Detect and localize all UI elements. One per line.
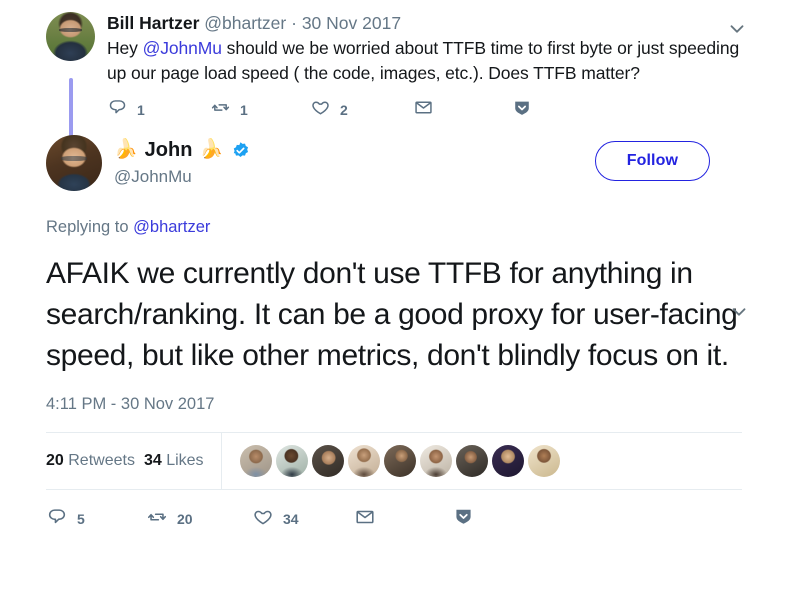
facepile-avatar[interactable] [384, 445, 416, 477]
retweet-icon [210, 97, 231, 123]
main-author-name: John [144, 139, 193, 161]
direct-message-action[interactable] [413, 97, 511, 123]
facepile-avatar[interactable] [348, 445, 380, 477]
retweets-likes-summary: 20 Retweets 34 Likes [46, 452, 221, 470]
main-author-avatar[interactable] [46, 135, 102, 191]
follow-button[interactable]: Follow [594, 141, 710, 181]
like-count: 2 [340, 102, 348, 118]
ancestor-tweet-text: Hey @JohnMu should we be worried about T… [107, 36, 742, 86]
like-action[interactable]: 34 [252, 506, 354, 533]
likes-count[interactable]: 34 [144, 452, 162, 469]
divider-below-stats [46, 489, 742, 490]
like-heart-icon [252, 506, 274, 533]
engagement-facepile [221, 433, 564, 489]
main-author-name-row[interactable]: 🍌 John 🍌 [114, 137, 250, 163]
chevron-down-icon[interactable] [726, 18, 748, 40]
facepile-avatar[interactable] [492, 445, 524, 477]
share-chevron-badge-icon [452, 505, 475, 533]
ancestor-tweet[interactable]: Bill Hartzer @bhartzer · 30 Nov 2017 Hey… [0, 0, 788, 144]
ancestor-text-before-mention: Hey [107, 38, 143, 58]
chevron-down-icon[interactable] [728, 301, 750, 323]
tweet-thread: Bill Hartzer @bhartzer · 30 Nov 2017 Hey… [0, 0, 788, 611]
ancestor-author-avatar[interactable] [46, 12, 95, 61]
main-author-handle[interactable]: @JohnMu [114, 165, 250, 188]
replying-to-line: Replying to @bhartzer [46, 218, 742, 237]
main-tweet-text: AFAIK we currently don't use TTFB for an… [46, 257, 738, 372]
facepile-avatar[interactable] [312, 445, 344, 477]
facepile-avatar[interactable] [276, 445, 308, 477]
retweets-label[interactable]: Retweets [68, 452, 135, 469]
retweet-icon [146, 506, 168, 533]
reply-count: 1 [137, 102, 145, 118]
reply-icon [46, 506, 68, 533]
banana-emoji-left: 🍌 [114, 139, 138, 160]
main-tweet: Follow 🍌 John 🍌 @JohnMu Replying to @bha… [0, 129, 788, 542]
direct-message-envelope-icon [413, 97, 434, 123]
retweet-count: 1 [240, 102, 248, 118]
engagement-stats-row: 20 Retweets 34 Likes [46, 433, 742, 489]
likes-label[interactable]: Likes [166, 452, 203, 469]
like-heart-icon [310, 97, 331, 123]
reply-icon [107, 97, 128, 123]
reply-count: 5 [77, 511, 85, 527]
retweets-count[interactable]: 20 [46, 452, 64, 469]
facepile-avatar[interactable] [240, 445, 272, 477]
retweet-count: 20 [177, 511, 193, 527]
facepile-avatar[interactable] [456, 445, 488, 477]
verified-badge-icon [231, 141, 250, 160]
facepile-avatar[interactable] [420, 445, 452, 477]
header-separator: · [291, 13, 297, 33]
reply-action[interactable]: 1 [107, 97, 210, 123]
ancestor-author-line: Bill Hartzer @bhartzer · 30 Nov 2017 [107, 12, 742, 34]
direct-message-action[interactable] [354, 506, 452, 533]
replying-to-handle[interactable]: @bhartzer [133, 218, 210, 236]
replying-to-prefix: Replying to [46, 218, 134, 236]
reply-action[interactable]: 5 [46, 506, 146, 533]
share-chevron-badge-icon [511, 97, 533, 124]
ancestor-timestamp[interactable]: 30 Nov 2017 [302, 13, 401, 33]
like-count: 34 [283, 511, 299, 527]
main-action-bar: 5 20 34 [46, 496, 742, 542]
banana-emoji-right: 🍌 [199, 139, 224, 160]
retweet-action[interactable]: 1 [210, 97, 310, 123]
share-action[interactable] [452, 505, 484, 533]
facepile-avatar[interactable] [528, 445, 560, 477]
share-action[interactable] [511, 97, 542, 124]
ancestor-author-handle[interactable]: @bhartzer [204, 13, 286, 33]
retweet-action[interactable]: 20 [146, 506, 252, 533]
ancestor-author-name[interactable]: Bill Hartzer [107, 13, 199, 33]
mention-link-johnmu[interactable]: @JohnMu [143, 38, 222, 58]
direct-message-envelope-icon [354, 506, 376, 533]
like-action[interactable]: 2 [310, 97, 413, 123]
ancestor-action-bar: 1 1 2 [107, 95, 742, 125]
main-tweet-timestamp[interactable]: 4:11 PM - 30 Nov 2017 [46, 395, 742, 414]
